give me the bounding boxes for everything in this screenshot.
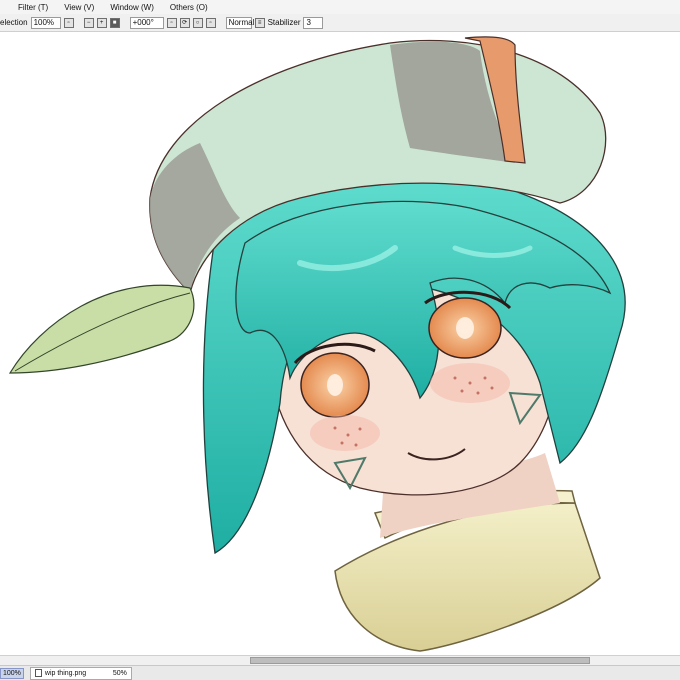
horizontal-scrollbar[interactable] bbox=[0, 655, 680, 665]
file-zoom: 50% bbox=[112, 669, 127, 677]
square-tool-icon[interactable]: ▫ bbox=[63, 17, 74, 28]
minus-icon[interactable]: − bbox=[83, 17, 94, 28]
toolbar: election 100% ▫ − + ■ +000° ▫ ⟳ ○ ▫ Norm… bbox=[0, 14, 680, 32]
cross-icon[interactable]: + bbox=[96, 17, 107, 28]
stabilizer-label: Stabilizer bbox=[267, 18, 301, 27]
menu-filter[interactable]: Filter (T) bbox=[0, 3, 58, 12]
menu-window[interactable]: Window (W) bbox=[104, 3, 164, 12]
reset-rotate-icon[interactable]: ⟳ bbox=[179, 17, 190, 28]
drawing-canvas[interactable] bbox=[0, 33, 680, 655]
file-tab[interactable]: wip thing.png 50% bbox=[29, 666, 132, 680]
flip-icon[interactable]: ○ bbox=[192, 17, 203, 28]
rotation-field[interactable]: +000° bbox=[129, 16, 164, 29]
blend-list-icon[interactable]: ≡ bbox=[254, 17, 265, 28]
zoom-indicator: 100% bbox=[0, 667, 24, 679]
stabilizer-field[interactable]: 3 bbox=[303, 16, 324, 29]
status-bar: 100% wip thing.png 50% bbox=[0, 665, 680, 680]
collar bbox=[334, 502, 601, 652]
selection-label: election bbox=[0, 18, 28, 27]
file-name: wip thing.png bbox=[44, 669, 87, 677]
rotate-icon[interactable]: ▫ bbox=[166, 17, 177, 28]
menu-others[interactable]: Others (O) bbox=[164, 3, 218, 12]
menu-view[interactable]: View (V) bbox=[58, 3, 104, 12]
zoom-field[interactable]: 100% bbox=[30, 16, 61, 29]
blend-mode-select[interactable]: Normal bbox=[225, 16, 254, 29]
scrollbar-thumb[interactable] bbox=[250, 657, 590, 664]
menu-bar: Filter (T) View (V) Window (W) Others (O… bbox=[0, 0, 680, 14]
leaf bbox=[8, 284, 195, 374]
close-icon[interactable]: ■ bbox=[109, 17, 120, 28]
fit-icon[interactable]: ▫ bbox=[205, 17, 216, 28]
file-icon bbox=[34, 669, 42, 677]
artwork bbox=[8, 36, 626, 652]
